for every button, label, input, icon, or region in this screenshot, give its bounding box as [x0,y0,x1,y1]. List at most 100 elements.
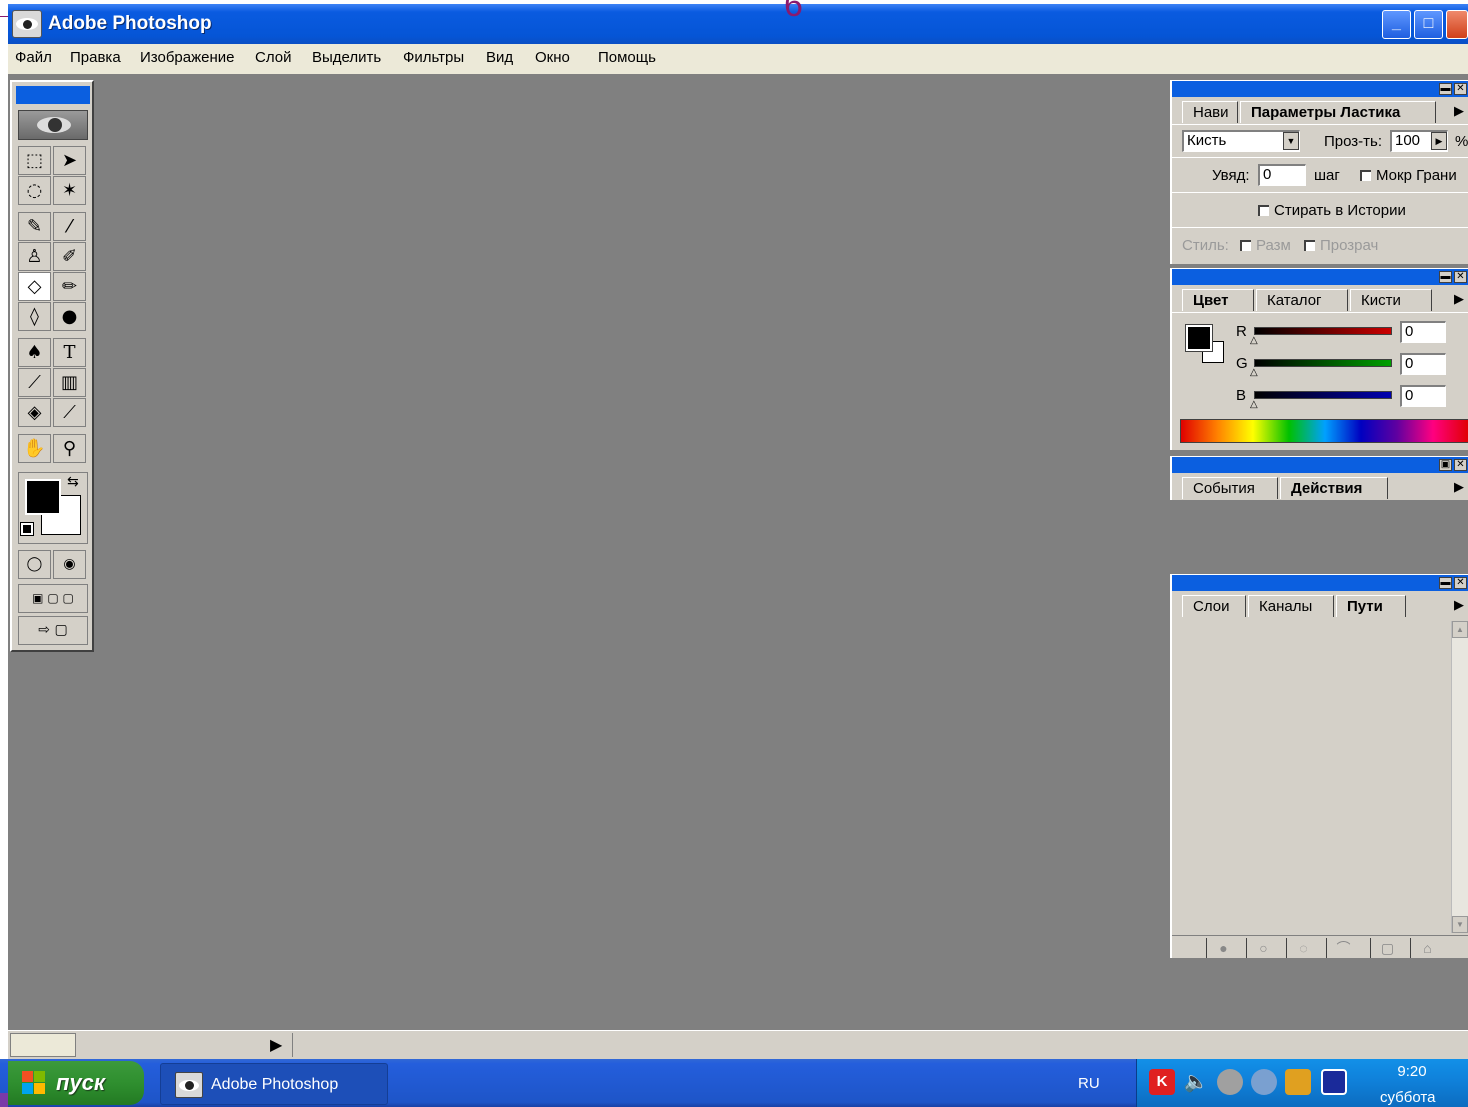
transparency-checkbox[interactable] [1304,240,1315,251]
red-slider[interactable] [1254,327,1392,335]
airbrush-icon[interactable]: ✎ [18,212,51,241]
kaspersky-icon[interactable]: K [1149,1069,1175,1095]
magic-wand-icon[interactable]: ✶ [53,176,86,205]
menu-image[interactable]: Изображение [140,49,235,66]
menu-select[interactable]: Выделить [312,49,381,66]
menu-layer[interactable]: Слой [255,49,291,66]
fill-path-icon[interactable]: ● [1206,938,1240,958]
size-checkbox[interactable] [1240,240,1251,251]
language-indicator[interactable]: RU [1078,1075,1100,1092]
lasso-icon[interactable]: ◌ [18,176,51,205]
zoom-icon[interactable]: ⚲ [53,434,86,463]
tab-history[interactable]: События [1182,477,1278,499]
hand-icon[interactable]: ✋ [18,434,51,463]
tab-swatches[interactable]: Каталог [1256,289,1348,311]
quick-mask-icon[interactable]: ◉ [53,550,86,579]
trash-icon[interactable]: ⌂ [1410,938,1444,958]
menu-file[interactable]: Файл [15,49,52,66]
menu-filter[interactable]: Фильтры [403,49,464,66]
history-brush-icon[interactable]: ✐ [53,242,86,271]
green-slider[interactable] [1254,359,1392,367]
toolbox-title-bar[interactable] [16,86,90,104]
color-spectrum-bar[interactable] [1180,419,1468,443]
zoom-field[interactable] [10,1033,76,1057]
paths-list[interactable] [1174,621,1448,933]
bucket-icon[interactable]: ◈ [18,398,51,427]
panel-minimize-icon[interactable]: ▬ [1439,83,1452,95]
panel-title-bar[interactable]: ▣ ✕ [1172,457,1468,473]
scroll-up-icon[interactable]: ▲ [1452,621,1468,638]
stamp-icon[interactable]: ♙ [18,242,51,271]
eyedropper-icon[interactable]: ⟋ [53,398,86,427]
title-bar[interactable]: Adobe Photoshop _ □ [8,4,1468,44]
new-path-icon[interactable]: ▢ [1370,938,1404,958]
eraser-icon[interactable]: ◇ [18,272,51,301]
volume-icon[interactable]: 🔈 [1183,1069,1209,1095]
eraser-mode-select[interactable]: Кисть ▼ [1182,130,1300,152]
burn-icon[interactable]: ● [53,302,86,331]
chevron-right-icon[interactable]: ▶ [1431,132,1447,150]
panel-minimize-icon[interactable]: ▬ [1439,271,1452,283]
status-menu-arrow-icon[interactable]: ▶ [270,1035,282,1055]
panel-restore-icon[interactable]: ▣ [1439,459,1452,471]
tab-navigator[interactable]: Нави [1182,101,1238,123]
tab-paths[interactable]: Пути [1336,595,1406,617]
tab-channels[interactable]: Каналы [1248,595,1334,617]
standard-mode-icon[interactable]: ◯ [18,550,51,579]
load-selection-icon[interactable]: ◌ [1286,938,1320,958]
minimize-button[interactable]: _ [1382,10,1411,39]
marquee-icon[interactable]: ⬚ [18,146,51,175]
panel-menu-arrow-icon[interactable]: ▶ [1454,291,1464,307]
red-field[interactable]: 0 [1400,321,1446,343]
tab-color[interactable]: Цвет [1182,289,1254,311]
menu-edit[interactable]: Правка [70,49,121,66]
display-icon[interactable] [1321,1069,1347,1095]
blue-slider-handle-icon[interactable]: △ [1250,399,1258,410]
swap-colors-icon[interactable]: ⇆ [67,473,79,490]
green-field[interactable]: 0 [1400,353,1446,375]
tab-actions[interactable]: Действия [1280,477,1388,499]
erase-history-checkbox[interactable] [1258,205,1269,216]
panel-close-icon[interactable]: ✕ [1454,271,1467,283]
scroll-down-icon[interactable]: ▼ [1452,916,1468,933]
wet-edges-checkbox[interactable] [1360,170,1371,181]
chevron-down-icon[interactable]: ▼ [1283,132,1299,150]
panel-menu-arrow-icon[interactable]: ▶ [1454,597,1464,613]
panel-title-bar[interactable]: ▬ ✕ [1172,81,1468,97]
network-icon[interactable] [1217,1069,1243,1095]
type-icon[interactable]: T [53,338,86,367]
menu-window[interactable]: Окно [535,49,570,66]
menu-help[interactable]: Помощь [598,49,656,66]
opacity-field[interactable]: 100 ▶ [1390,130,1448,152]
panel-minimize-icon[interactable]: ▬ [1439,577,1452,589]
settings-tray-icon[interactable] [1251,1069,1277,1095]
pen-icon[interactable]: ♠ [18,338,51,367]
tab-layers[interactable]: Слои [1182,595,1246,617]
make-path-icon[interactable]: ⌒ [1326,938,1360,958]
maximize-button[interactable]: □ [1414,10,1443,39]
screen-mode-icon[interactable]: ▣ ▢ ▢ [18,584,88,613]
paintbrush-icon[interactable]: ⁄ [53,212,86,241]
measure-icon[interactable]: ⟋ [18,368,51,397]
jump-to-imageready-icon[interactable]: ⇨ ▢ [18,616,88,645]
photoshop-logo-icon[interactable] [18,110,88,140]
panel-title-bar[interactable]: ▬ ✕ [1172,575,1468,591]
fade-field[interactable]: 0 [1258,164,1306,186]
tab-brushes[interactable]: Кисти [1350,289,1432,311]
default-colors-icon[interactable] [20,522,34,536]
panel-title-bar[interactable]: ▬ ✕ [1172,269,1468,285]
panel-close-icon[interactable]: ✕ [1454,459,1467,471]
panel-menu-arrow-icon[interactable]: ▶ [1454,479,1464,495]
tab-eraser-options[interactable]: Параметры Ластика [1240,101,1436,123]
foreground-swatch[interactable] [1185,324,1213,352]
panel-close-icon[interactable]: ✕ [1454,577,1467,589]
taskbar-photoshop-button[interactable]: Adobe Photoshop [160,1063,388,1105]
close-button[interactable] [1446,10,1468,39]
menu-view[interactable]: Вид [486,49,513,66]
start-button[interactable]: пуск [8,1061,144,1105]
vertical-scrollbar[interactable]: ▲ ▼ [1451,621,1468,933]
blue-field[interactable]: 0 [1400,385,1446,407]
panel-menu-arrow-icon[interactable]: ▶ [1454,103,1464,119]
blue-slider[interactable] [1254,391,1392,399]
clock-time[interactable]: 9:20 [1388,1063,1436,1080]
